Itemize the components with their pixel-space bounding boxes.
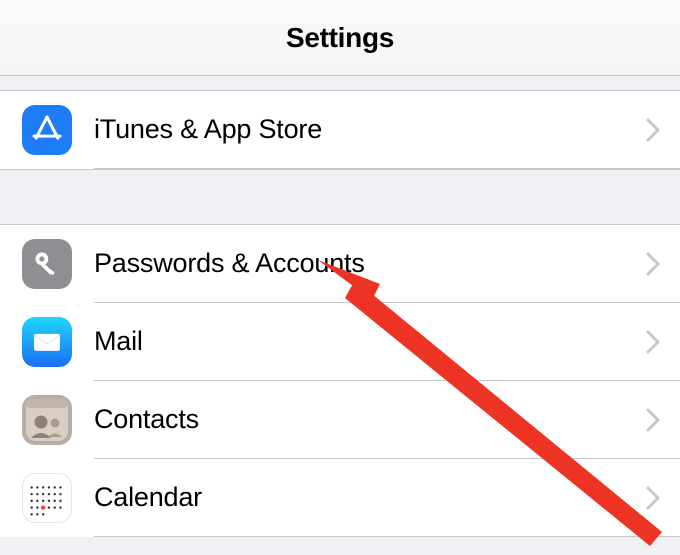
- settings-row-passwords-accounts[interactable]: Passwords & Accounts: [0, 225, 680, 303]
- section-gap: [0, 76, 680, 90]
- page-title: Settings: [286, 22, 394, 54]
- chevron-right-icon: [646, 118, 660, 142]
- settings-group-1: iTunes & App Store: [0, 90, 680, 169]
- settings-row-label: Contacts: [94, 404, 646, 435]
- contacts-icon: [22, 395, 72, 445]
- section-gap: [0, 169, 680, 225]
- appstore-icon: [22, 105, 72, 155]
- chevron-right-icon: [646, 330, 660, 354]
- chevron-right-icon: [646, 252, 660, 276]
- settings-row-mail[interactable]: Mail: [0, 303, 680, 381]
- settings-row-label: iTunes & App Store: [94, 114, 646, 145]
- page-header: Settings: [0, 0, 680, 76]
- settings-row-label: Mail: [94, 326, 646, 357]
- key-icon: [22, 239, 72, 289]
- chevron-right-icon: [646, 408, 660, 432]
- calendar-icon: [22, 473, 72, 523]
- settings-row-label: Calendar: [94, 482, 646, 513]
- settings-row-label: Passwords & Accounts: [94, 248, 646, 279]
- chevron-right-icon: [646, 486, 660, 510]
- settings-row-contacts[interactable]: Contacts: [0, 381, 680, 459]
- settings-row-itunes-appstore[interactable]: iTunes & App Store: [0, 91, 680, 169]
- settings-group-2: Passwords & Accounts Mail: [0, 225, 680, 537]
- mail-icon: [22, 317, 72, 367]
- settings-row-calendar[interactable]: Calendar: [0, 459, 680, 537]
